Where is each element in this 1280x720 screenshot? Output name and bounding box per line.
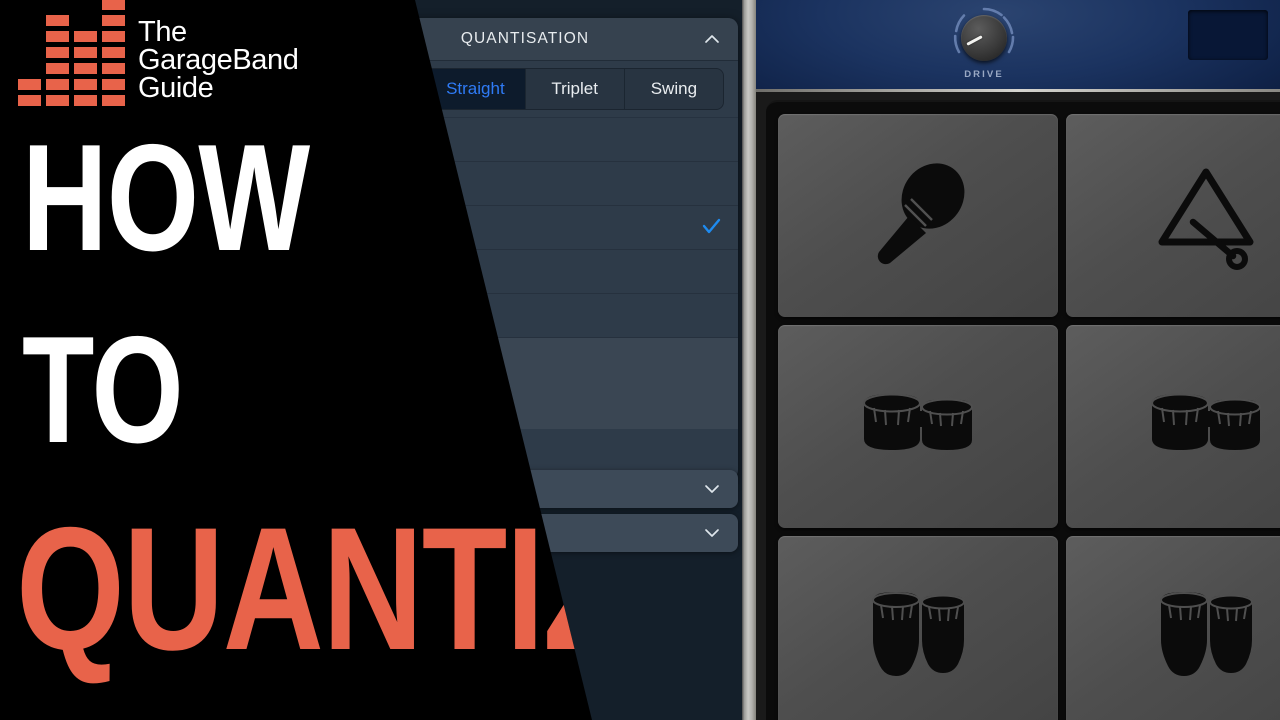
segment-swing[interactable]: Swing: [624, 69, 723, 109]
brand-line-2: GarageBand: [138, 43, 299, 76]
drum-pad-bongos[interactable]: [1066, 325, 1280, 528]
drum-pad-maraca[interactable]: [778, 114, 1058, 317]
title-line-2: TO: [22, 305, 184, 475]
knob-indicator: [966, 35, 983, 46]
chevron-down-icon[interactable]: [702, 479, 722, 499]
title-line-1: HOW: [22, 113, 310, 283]
brand-line-3: Guide: [138, 71, 214, 104]
drum-machine-control-panel: DRIVE: [756, 0, 1280, 92]
bongos-icon: [854, 377, 982, 477]
check-icon: [700, 215, 722, 241]
congas-icon: [859, 580, 977, 696]
panel-title: QUANTISATION: [460, 30, 590, 47]
drive-knob-label: DRIVE: [964, 69, 1004, 80]
eq-column: [74, 31, 97, 106]
segment-straight[interactable]: Straight: [426, 69, 526, 109]
brand-name: The GarageBand Guide: [138, 15, 299, 106]
drum-pad-grid: [778, 114, 1280, 720]
eq-column: [18, 79, 41, 106]
eq-column: [102, 0, 125, 106]
bongos-icon: [1142, 377, 1270, 477]
chevron-down-icon[interactable]: [702, 523, 722, 543]
pad-bezel: [766, 100, 1280, 720]
drum-pad-triangle[interactable]: [1066, 114, 1280, 317]
brand-logo: The GarageBand Guide: [18, 0, 299, 106]
drum-pad-congas[interactable]: [1066, 536, 1280, 720]
drum-pad-congas[interactable]: [778, 536, 1058, 720]
congas-icon: [1147, 580, 1265, 696]
drive-knob[interactable]: DRIVE: [952, 6, 1026, 86]
segment-triplet[interactable]: Triplet: [525, 69, 625, 109]
drum-pad-bongos[interactable]: [778, 325, 1058, 528]
triangle-icon: [1147, 160, 1265, 272]
equalizer-icon: [18, 0, 125, 106]
led-display: [1188, 10, 1268, 60]
knob-body[interactable]: [961, 15, 1007, 61]
eq-column: [46, 15, 69, 106]
chevron-up-icon[interactable]: [702, 29, 722, 49]
maraca-icon: [859, 160, 977, 272]
drum-machine: DRIVE: [756, 0, 1280, 720]
brand-line-1: The: [138, 15, 187, 48]
thumbnail-canvas: QUANTISATION None Straight Triplet Swing…: [0, 0, 1280, 720]
